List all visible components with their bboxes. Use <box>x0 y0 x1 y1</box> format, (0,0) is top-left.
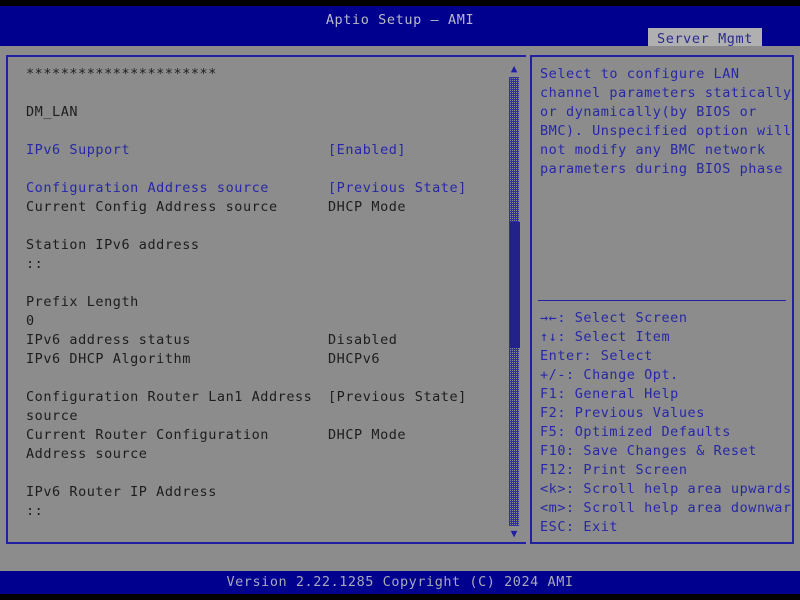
group-title-row: DM_LAN <box>26 103 506 122</box>
footer-bar: Version 2.22.1285 Copyright (C) 2024 AMI <box>0 571 800 594</box>
title-bar: Aptio Setup – AMI Server Mgmt <box>0 6 800 50</box>
key-legend-line: <k>: Scroll help area upwards <box>540 481 792 497</box>
key-legend-line: F10: Save Changes & Reset <box>540 443 757 459</box>
setting-value[interactable]: DHCP Mode <box>328 426 406 445</box>
help-line: parameters during BIOS phase <box>540 161 783 177</box>
page-title: Aptio Setup – AMI <box>325 12 475 28</box>
setting-row[interactable]: Configuration Address source [Previous St… <box>26 179 506 198</box>
setting-row[interactable]: IPv6 address status Disabled <box>26 331 506 350</box>
help-line: or dynamically(by BIOS or <box>540 104 757 120</box>
key-legend-line: Enter: Select <box>540 348 653 364</box>
setting-row[interactable]: :: <box>26 255 506 274</box>
setting-label: IPv6 DHCP Algorithm <box>26 351 191 367</box>
setting-value[interactable]: DHCPv6 <box>328 350 380 369</box>
help-separator <box>538 300 786 301</box>
setting-label: 0 <box>26 313 35 329</box>
setting-label: Address source <box>26 446 148 462</box>
help-line: Select to configure LAN <box>540 66 740 82</box>
key-legend-line: F1: General Help <box>540 386 679 402</box>
spacer-row <box>26 464 506 483</box>
spacer-row <box>26 274 506 293</box>
spacer-row <box>26 122 506 141</box>
setting-row[interactable]: Prefix Length <box>26 293 506 312</box>
asterisk-header-label: ********************** <box>26 66 217 82</box>
key-legend-line: F12: Print Screen <box>540 462 688 478</box>
setting-row[interactable]: IPv6 Support [Enabled] <box>26 141 506 160</box>
setting-row[interactable]: Current Router Configuration DHCP Mode <box>26 426 506 445</box>
help-panel: Select to configure LAN channel parameter… <box>530 55 794 544</box>
group-title-label: DM_LAN <box>26 104 79 120</box>
bios-setup-screen: Aptio Setup – AMI Server Mgmt **********… <box>0 0 800 600</box>
spacer-row <box>26 84 506 103</box>
setting-label: IPv6 Support <box>26 142 131 158</box>
setting-row[interactable]: Station IPv6 address <box>26 236 506 255</box>
version-text: Version 2.22.1285 Copyright (C) 2024 AMI <box>226 574 574 590</box>
spacer-row <box>26 160 506 179</box>
setting-value[interactable]: [Previous State] <box>328 179 467 198</box>
help-line: not modify any BMC network <box>540 142 766 158</box>
setting-label: Configuration Router Lan1 Address <box>26 389 313 405</box>
setting-label: Configuration Address source <box>26 180 269 196</box>
help-line: channel parameters statically <box>540 85 792 101</box>
setting-value[interactable]: Disabled <box>328 331 397 350</box>
key-legend-line: ↑↓: Select Item <box>540 329 671 345</box>
scroll-up-arrow-icon[interactable]: ▲ <box>508 63 520 75</box>
scroll-down-arrow-icon[interactable]: ▼ <box>508 528 520 540</box>
setting-label: Current Config Address source <box>26 199 278 215</box>
setting-row[interactable]: :: <box>26 502 506 521</box>
setting-label: Current Router Configuration <box>26 427 269 443</box>
spacer-row <box>26 369 506 388</box>
setting-label: IPv6 Router IP Address <box>26 484 217 500</box>
setting-label: :: <box>26 256 44 272</box>
settings-panel: ********************** DM_LAN IPv6 Suppo… <box>6 55 526 544</box>
setting-value[interactable]: [Previous State] <box>328 388 467 407</box>
help-description: Select to configure LAN channel parameter… <box>540 65 792 179</box>
setting-label: source <box>26 408 79 424</box>
key-legend-line: F2: Previous Values <box>540 405 705 421</box>
setting-row[interactable]: 0 <box>26 312 506 331</box>
key-legend-line: F5: Optimized Defaults <box>540 424 731 440</box>
setting-label: Prefix Length <box>26 294 139 310</box>
setting-label: Station IPv6 address <box>26 237 200 253</box>
setting-row[interactable]: IPv6 Router IP Address <box>26 483 506 502</box>
scrollbar-thumb[interactable] <box>510 222 520 348</box>
setting-row[interactable]: source <box>26 407 506 426</box>
setting-value[interactable]: [Enabled] <box>328 141 406 160</box>
settings-scrollbar[interactable]: ▲ ▼ <box>507 61 521 542</box>
spacer-row <box>26 217 506 236</box>
setting-row[interactable]: IPv6 DHCP Algorithm DHCPv6 <box>26 350 506 369</box>
key-legend-line: <m>: Scroll help area downwards <box>540 500 794 516</box>
key-legend: →←: Select Screen ↑↓: Select Item Enter: S… <box>540 309 794 537</box>
settings-list: ********************** DM_LAN IPv6 Suppo… <box>26 65 506 521</box>
help-line: BMC). Unspecified option will <box>540 123 792 139</box>
setting-value[interactable]: DHCP Mode <box>328 198 406 217</box>
setting-label: :: <box>26 503 44 519</box>
key-legend-line: →←: Select Screen <box>540 310 688 326</box>
key-legend-line: +/-: Change Opt. <box>540 367 679 383</box>
key-legend-line: ESC: Exit <box>540 519 619 535</box>
scrollbar-track[interactable] <box>509 77 520 526</box>
setting-label: IPv6 address status <box>26 332 191 348</box>
asterisk-header: ********************** <box>26 65 506 84</box>
setting-row[interactable]: Configuration Router Lan1 Address [Previo… <box>26 388 506 407</box>
setting-row[interactable]: Address source <box>26 445 506 464</box>
setting-row[interactable]: Current Config Address source DHCP Mode <box>26 198 506 217</box>
